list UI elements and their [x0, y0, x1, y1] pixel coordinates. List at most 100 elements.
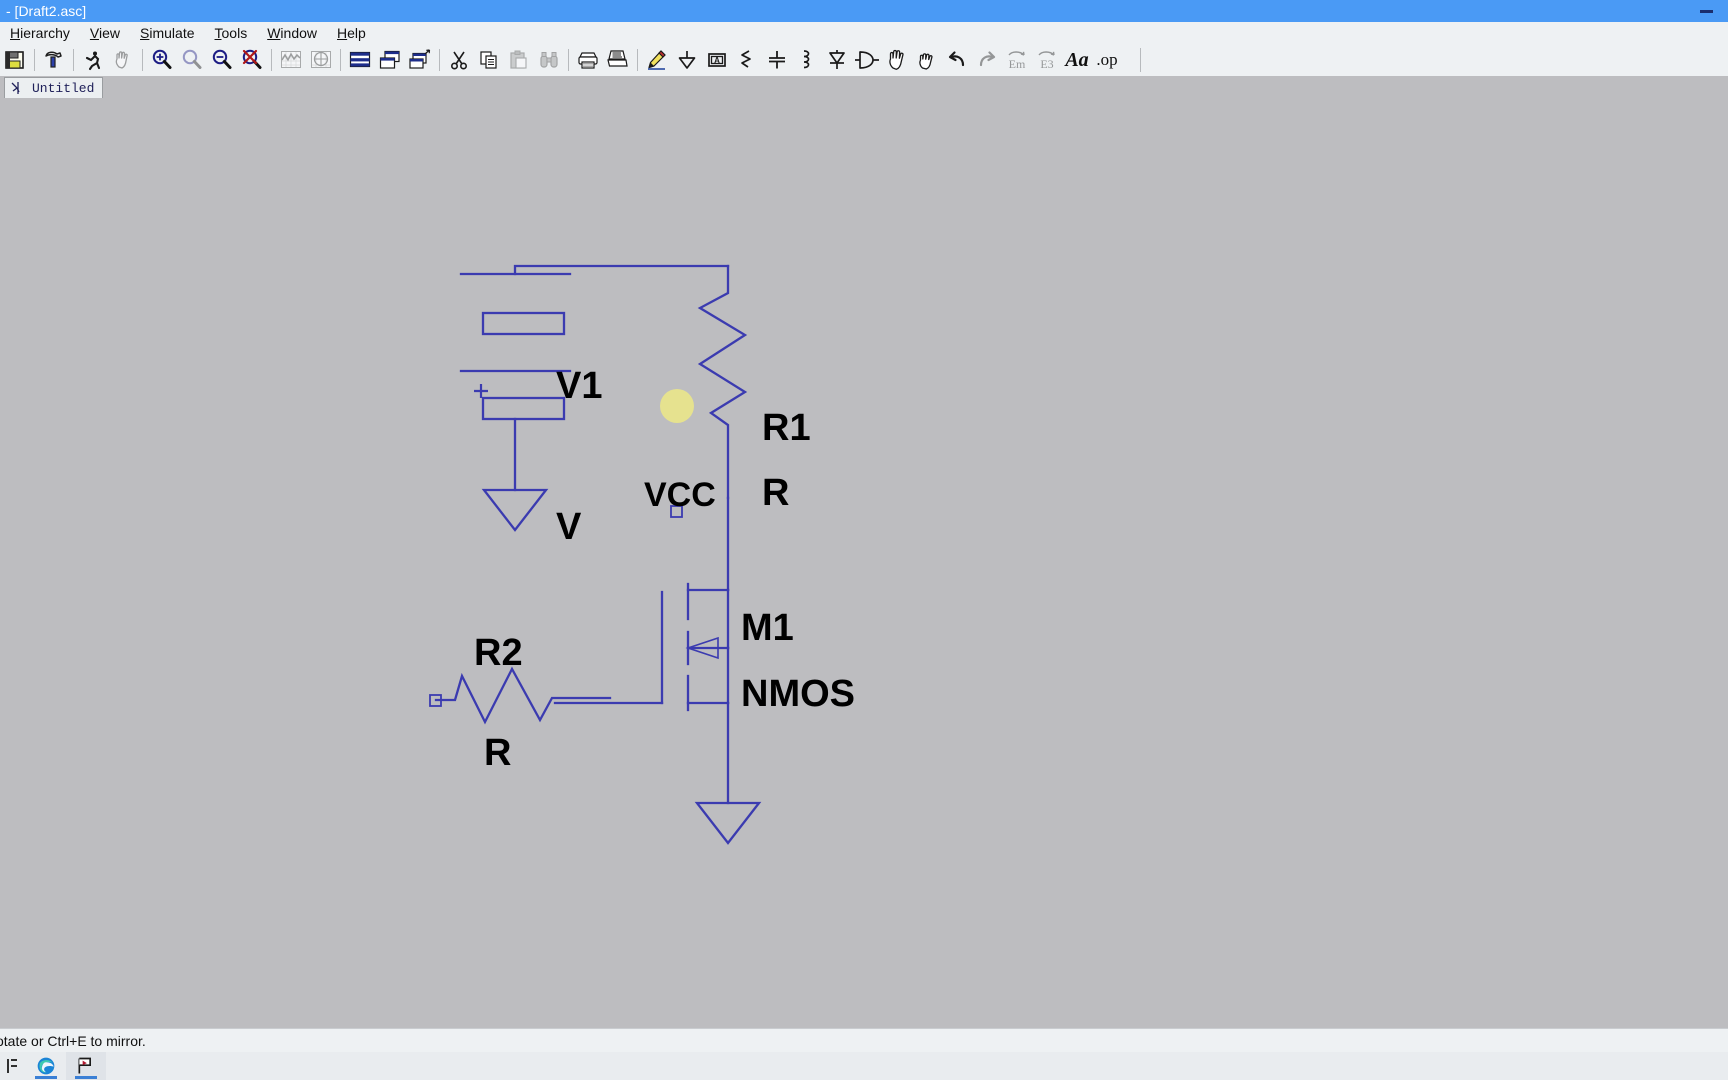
ground-icon[interactable]	[672, 45, 702, 75]
schematic-canvas[interactable]: V1 V R1 R R2 R M1 NMOS VCC	[0, 98, 1728, 1028]
schematic-drawing: V1 V R1 R R2 R M1 NMOS VCC	[429, 264, 855, 845]
toolbar-end-separator	[1140, 48, 1141, 72]
toolbar-separator	[439, 49, 440, 71]
label-net-icon[interactable]: A	[702, 45, 732, 75]
v1-plate-2-block	[481, 311, 566, 336]
toolbar-separator	[568, 49, 569, 71]
ground-symbol-v1	[481, 488, 549, 532]
smith-chart-icon[interactable]	[306, 45, 336, 75]
save-icon[interactable]	[0, 45, 30, 75]
find-binoculars-icon[interactable]	[534, 45, 564, 75]
window-controls	[1684, 0, 1728, 22]
menu-tools[interactable]: Tools	[205, 22, 258, 44]
diode-icon[interactable]	[822, 45, 852, 75]
text-aa-icon[interactable]: Aa	[1062, 45, 1092, 75]
svg-text:Em: Em	[1009, 57, 1026, 71]
menu-view-label: iew	[99, 25, 121, 41]
tile-horizontal-icon[interactable]	[375, 45, 405, 75]
svg-text:A: A	[714, 56, 720, 65]
r2-resistor-body	[434, 666, 612, 725]
paste-icon[interactable]	[504, 45, 534, 75]
stop-runner-icon[interactable]	[78, 45, 108, 75]
start-icon	[7, 1059, 17, 1073]
undo-icon[interactable]	[942, 45, 972, 75]
spice-netlist-icon[interactable]	[345, 45, 375, 75]
drag-hand-icon[interactable]	[912, 45, 942, 75]
tab-strip: Untitled	[0, 76, 1728, 98]
zoom-full-extents-icon[interactable]	[237, 45, 267, 75]
title-bar: - [Draft2.asc]	[0, 0, 1728, 22]
copy-icon[interactable]	[474, 45, 504, 75]
taskbar-running-underline	[75, 1076, 97, 1079]
taskbar-start-button[interactable]	[0, 1052, 26, 1080]
label-r1-value: R	[762, 472, 789, 514]
menu-window[interactable]: Window	[257, 22, 327, 44]
taskbar-running-underline	[35, 1076, 57, 1079]
zoom-in-icon[interactable]	[147, 45, 177, 75]
label-m1-name: M1	[741, 607, 794, 649]
toolbar-separator	[637, 49, 638, 71]
label-r1-name: R1	[762, 407, 811, 449]
menu-help[interactable]: Help	[327, 22, 376, 44]
application-window: - [Draft2.asc] Hierarchy View Simulate T…	[0, 0, 1728, 1080]
svg-text:E3: E3	[1040, 57, 1053, 71]
toolbar-separator	[34, 49, 35, 71]
pan-hand-icon[interactable]	[108, 45, 138, 75]
rotate-icon[interactable]: Em	[1002, 45, 1032, 75]
label-v1-name: V1	[556, 365, 602, 407]
zoom-out-icon[interactable]	[207, 45, 237, 75]
toolbar-separator	[142, 49, 143, 71]
tile-vertical-icon[interactable]	[405, 45, 435, 75]
redo-icon[interactable]	[972, 45, 1002, 75]
draw-wire-pencil-icon[interactable]	[642, 45, 672, 75]
minimize-button[interactable]	[1684, 0, 1728, 22]
menu-simulate-label: imulate	[149, 25, 195, 41]
toolbar: A Em E3 Aa .op	[0, 44, 1728, 77]
schematic-icon	[11, 82, 20, 94]
minimize-icon	[1699, 9, 1713, 13]
resistor-icon[interactable]	[732, 45, 762, 75]
label-v1-value: V	[556, 506, 582, 548]
menu-bar: Hierarchy View Simulate Tools Window Hel…	[0, 22, 1728, 45]
move-hand-icon[interactable]	[882, 45, 912, 75]
spice-directive-op-icon[interactable]: .op	[1092, 45, 1122, 75]
menu-help-label: elp	[347, 25, 366, 41]
print-icon[interactable]	[603, 45, 633, 75]
menu-window-label: indow	[280, 25, 318, 41]
label-net-vcc: VCC	[644, 476, 716, 514]
spice-directive-label: .op	[1096, 50, 1118, 69]
menu-hierarchy[interactable]: Hierarchy	[0, 22, 80, 44]
run-hammer-icon[interactable]	[39, 45, 69, 75]
status-message: otate or Ctrl+E to mirror.	[0, 1033, 146, 1049]
tab-untitled[interactable]: Untitled	[4, 77, 104, 98]
toolbar-separator	[73, 49, 74, 71]
taskbar-ltspice[interactable]	[66, 1052, 106, 1080]
label-r2-value: R	[484, 732, 511, 774]
wire-v1-to-r1	[513, 264, 730, 276]
menu-simulate[interactable]: Simulate	[130, 22, 204, 44]
tab-label: Untitled	[32, 80, 95, 96]
label-m1-value: NMOS	[741, 673, 855, 715]
status-bar: otate or Ctrl+E to mirror.	[0, 1028, 1728, 1053]
cut-scissors-icon[interactable]	[444, 45, 474, 75]
r1-resistor-body	[697, 264, 748, 500]
waveform-icon[interactable]	[276, 45, 306, 75]
v1-plus-glyph	[474, 384, 488, 398]
window-title: - [Draft2.asc]	[6, 3, 87, 19]
component-icon[interactable]	[852, 45, 882, 75]
inductor-icon[interactable]	[792, 45, 822, 75]
taskbar-edge-browser[interactable]	[26, 1052, 66, 1080]
menu-view[interactable]: View	[80, 22, 130, 44]
print-preview-icon[interactable]	[573, 45, 603, 75]
label-r2-name: R2	[474, 632, 523, 674]
menu-tools-label: ools	[221, 25, 248, 41]
ltspice-icon	[78, 1057, 91, 1074]
toolbar-separator	[340, 49, 341, 71]
capacitor-icon[interactable]	[762, 45, 792, 75]
zoom-area-icon[interactable]	[177, 45, 207, 75]
taskbar	[0, 1052, 1728, 1080]
mirror-icon[interactable]: E3	[1032, 45, 1062, 75]
v1-plate-4-block	[481, 396, 566, 421]
ground-symbol-m1	[694, 801, 762, 845]
toolbar-separator	[271, 49, 272, 71]
